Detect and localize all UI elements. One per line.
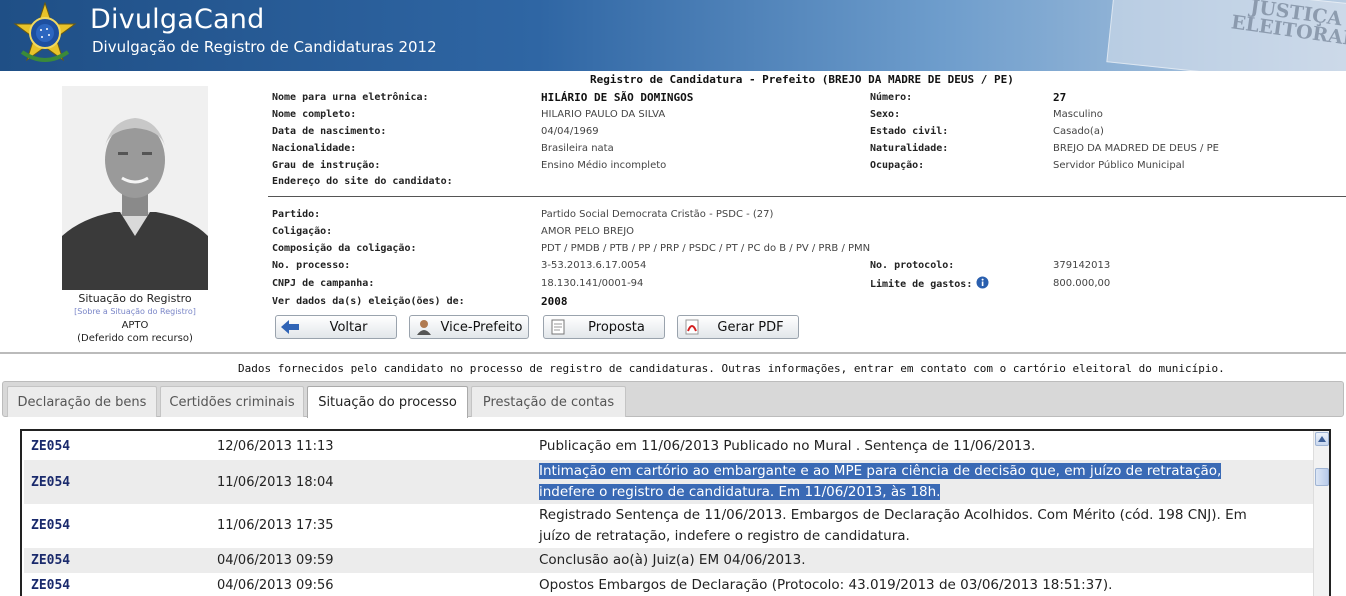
field-label-election-year: Ver dados da(s) eleição(ões) de:	[272, 296, 465, 307]
row-description-line-2: juízo de retratação, indefere o registro…	[539, 528, 910, 544]
field-label-occupation: Ocupação:	[870, 160, 925, 171]
field-value-coalition: AMOR PELO BREJO	[541, 226, 635, 237]
field-value-urn-name: HILÁRIO DE SÃO DOMINGOS	[541, 91, 694, 104]
row-description: Registrado Sentença de 11/06/2013. Embar…	[539, 505, 1299, 547]
row-datetime: 11/06/2013 17:35	[217, 518, 334, 533]
field-value-full-name: HILARIO PAULO DA SILVA	[541, 109, 666, 120]
app-header: JUSTIÇA ELEITORAL DivulgaCand Divulgação…	[0, 0, 1346, 71]
row-datetime: 04/06/2013 09:56	[217, 578, 334, 593]
user-icon	[413, 317, 435, 337]
field-label-nationality: Nacionalidade:	[272, 143, 357, 154]
row-code: ZE054	[31, 578, 71, 593]
vice-mayor-button[interactable]: Vice-Prefeito	[409, 315, 529, 339]
page-divider	[0, 352, 1346, 354]
candidate-photo	[62, 86, 208, 290]
row-code: ZE054	[31, 518, 71, 533]
document-icon	[547, 317, 569, 337]
field-label-process-number: No. processo:	[272, 260, 351, 271]
row-description-line-1: Registrado Sentença de 11/06/2013. Embar…	[539, 507, 1247, 523]
section-divider	[268, 196, 1346, 197]
field-value-birthplace: BREJO DA MADRED DE DEUS / PE	[1053, 143, 1219, 154]
generate-pdf-button-label: Gerar PDF	[717, 319, 784, 335]
field-value-party: Partido Social Democrata Cristão - PSDC …	[541, 209, 774, 220]
table-row[interactable]: ZE054 11/06/2013 18:04 Intimação em cart…	[24, 460, 1314, 504]
record-title: Registro de Candidatura - Prefeito (BREJ…	[590, 73, 1014, 86]
scrollbar-thumb[interactable]	[1315, 468, 1329, 486]
back-button-label: Voltar	[329, 319, 368, 335]
app-title: DivulgaCand	[90, 4, 265, 35]
status-value: APTO	[121, 320, 149, 331]
row-code: ZE054	[31, 475, 71, 490]
field-value-sex: Masculino	[1053, 109, 1103, 120]
field-label-coalition: Coligação:	[272, 226, 333, 237]
status-detail: (Deferido com recurso)	[77, 333, 193, 344]
tab-accounts[interactable]: Prestação de contas	[471, 386, 626, 417]
table-row[interactable]: ZE054 11/06/2013 17:35 Registrado Senten…	[24, 504, 1314, 548]
row-code: ZE054	[31, 439, 71, 454]
field-value-civil-status: Casado(a)	[1053, 126, 1104, 137]
back-button[interactable]: Voltar	[275, 315, 397, 339]
field-label-education: Grau de instrução:	[272, 160, 381, 171]
arrow-left-icon	[279, 317, 301, 337]
field-value-education: Ensino Médio incompleto	[541, 160, 667, 171]
proposal-button-label: Proposta	[588, 319, 645, 335]
field-label-party: Partido:	[272, 209, 321, 220]
field-value-protocol: 379142013	[1053, 260, 1111, 271]
tab-criminal-certificates[interactable]: Certidões criminais	[160, 386, 304, 417]
field-label-number: Número:	[870, 92, 913, 103]
chevron-up-icon	[1318, 436, 1326, 442]
field-label-birthplace: Naturalidade:	[870, 143, 949, 154]
field-label-website: Endereço do site do candidato:	[272, 176, 453, 187]
row-datetime: 12/06/2013 11:13	[217, 439, 334, 454]
pdf-icon	[681, 317, 703, 337]
status-info-link[interactable]: [Sobre a Situação do Registro]	[62, 307, 208, 316]
field-value-number: 27	[1053, 91, 1067, 104]
field-label-urn-name: Nome para urna eletrônica:	[272, 92, 429, 103]
generate-pdf-button[interactable]: Gerar PDF	[677, 315, 799, 339]
row-datetime: 11/06/2013 18:04	[217, 475, 334, 490]
field-value-process-number: 3-53.2013.6.17.0054	[541, 260, 647, 271]
row-description: Conclusão ao(à) Juiz(a) EM 04/06/2013.	[539, 552, 806, 568]
table-row[interactable]: ZE054 04/06/2013 09:59 Conclusão ao(à) J…	[24, 548, 1314, 573]
field-value-coalition-composition: PDT / PMDB / PTB / PP / PRP / PSDC / PT …	[541, 243, 871, 254]
tab-process-status[interactable]: Situação do processo	[307, 386, 468, 418]
row-code: ZE054	[31, 553, 71, 568]
field-label-sex: Sexo:	[870, 109, 901, 120]
field-value-occupation: Servidor Público Municipal	[1053, 160, 1185, 171]
info-icon[interactable]	[976, 276, 989, 289]
row-description: Opostos Embargos de Declaração (Protocol…	[539, 577, 1113, 593]
election-year-link[interactable]: 2008	[541, 295, 568, 308]
row-description: Publicação em 11/06/2013 Publicado no Mu…	[539, 438, 1036, 454]
field-label-birth-date: Data de nascimento:	[272, 126, 387, 137]
republic-seal-icon	[13, 2, 77, 62]
field-value-birth-date: 04/04/1969	[541, 126, 599, 137]
field-label-spending-limit: Limite de gastos:	[870, 279, 973, 290]
scroll-up-button[interactable]	[1315, 432, 1329, 446]
proposal-button[interactable]: Proposta	[543, 315, 665, 339]
field-label-coalition-composition: Composição da coligação:	[272, 243, 417, 254]
row-datetime: 04/06/2013 09:59	[217, 553, 334, 568]
selected-text-line-1: Intimação em cartório ao embargante e ao…	[539, 463, 1222, 479]
field-value-cnpj: 18.130.141/0001-94	[541, 278, 644, 289]
field-value-nationality: Brasileira nata	[541, 143, 614, 154]
tab-asset-declaration[interactable]: Declaração de bens	[7, 386, 157, 417]
table-row[interactable]: ZE054 04/06/2013 09:56 Opostos Embargos …	[24, 573, 1314, 596]
field-label-full-name: Nome completo:	[272, 109, 357, 120]
process-table: ZE054 12/06/2013 11:13 Publicação em 11/…	[20, 429, 1331, 596]
table-scrollbar[interactable]	[1313, 431, 1329, 596]
status-heading: Situação do Registro	[78, 292, 192, 305]
row-description[interactable]: Intimação em cartório ao embargante e ao…	[539, 461, 1299, 503]
field-label-protocol: No. protocolo:	[870, 260, 955, 271]
selected-text-line-2: indefere o registro de candidatura. Em 1…	[539, 484, 941, 500]
app-subtitle: Divulgação de Registro de Candidaturas 2…	[92, 38, 437, 56]
field-label-cnpj: CNPJ de campanha:	[272, 278, 375, 289]
vice-mayor-button-label: Vice-Prefeito	[440, 319, 523, 335]
info-note: Dados fornecidos pelo candidato no proce…	[238, 362, 1225, 375]
table-row[interactable]: ZE054 12/06/2013 11:13 Publicação em 11/…	[24, 431, 1314, 460]
field-label-civil-status: Estado civil:	[870, 126, 949, 137]
field-value-spending-limit: 800.000,00	[1053, 278, 1111, 289]
